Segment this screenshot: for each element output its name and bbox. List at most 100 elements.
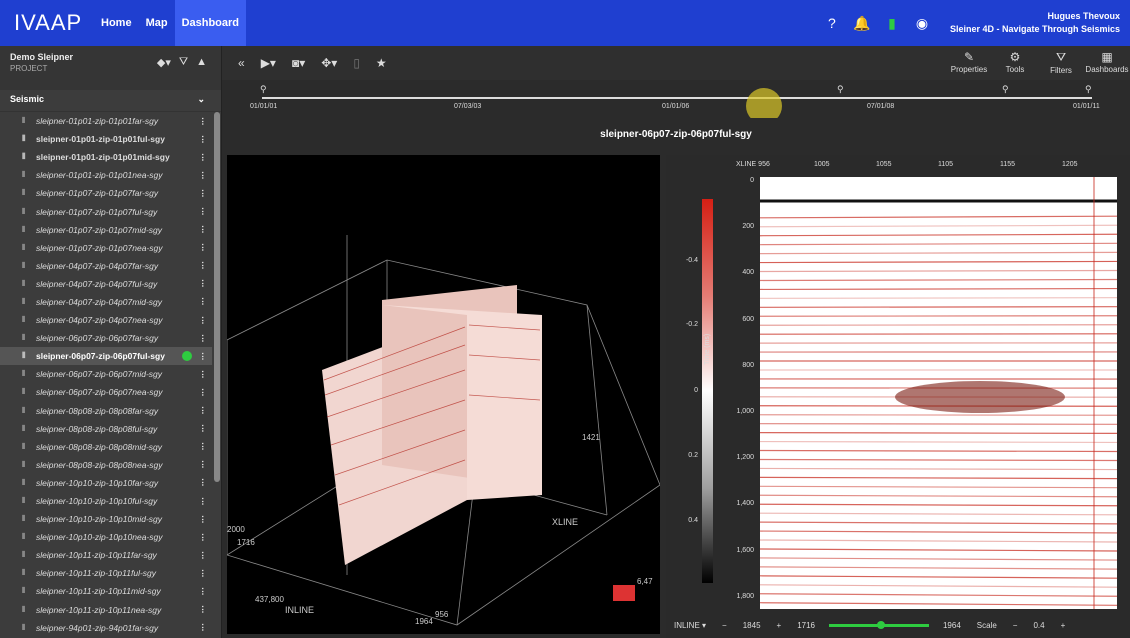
mode-select[interactable]: INLINE ▾ [674, 621, 706, 630]
list-item[interactable]: ⦀ sleipner-06p07-zip-06p07ful-sgy ⋮ [0, 347, 212, 366]
position-slider[interactable] [828, 620, 929, 629]
list-item[interactable]: ⦀ sleipner-01p07-zip-01p07ful-sgy ⋮ [0, 202, 212, 220]
scale-value[interactable]: 0.4 [1033, 621, 1044, 630]
more-options-icon[interactable]: ⋮ [199, 387, 208, 398]
more-options-icon[interactable]: ⋮ [199, 315, 208, 326]
user-icon[interactable]: ◉ [914, 15, 930, 31]
tools-button[interactable]: ⚙ Tools [992, 46, 1038, 80]
list-item[interactable]: ⦀ sleipner-08p08-zip-08p08mid-sgy ⋮ [0, 438, 212, 456]
position-value[interactable]: 1845 [743, 621, 761, 630]
more-options-icon[interactable]: ⋮ [199, 242, 208, 253]
more-options-icon[interactable]: ⋮ [199, 532, 208, 543]
more-options-icon[interactable]: ⋮ [199, 514, 208, 525]
scale-decrement-button[interactable]: − [1013, 621, 1018, 630]
more-options-icon[interactable]: ⋮ [199, 477, 208, 488]
list-item[interactable]: ⦀ sleipner-10p11-zip-10p11ful-sgy ⋮ [0, 564, 212, 582]
list-item[interactable]: ⦀ sleipner-04p07-zip-04p07ful-sgy ⋮ [0, 275, 212, 293]
move-icon[interactable]: ✥▾ [321, 56, 337, 70]
list-item[interactable]: ⦀ sleipner-08p08-zip-08p08far-sgy ⋮ [0, 402, 212, 420]
more-options-icon[interactable]: ⋮ [199, 134, 208, 145]
star-icon[interactable]: ★ [376, 56, 387, 70]
video-icon[interactable]: ▶▾ [261, 56, 276, 70]
camera-icon[interactable]: ◙▾ [292, 56, 305, 70]
layers-icon[interactable]: ◆▾ [157, 56, 171, 69]
list-item[interactable]: ⦀ sleipner-01p07-zip-01p07nea-sgy ⋮ [0, 239, 212, 257]
more-options-icon[interactable]: ⋮ [199, 441, 208, 452]
pin-icon[interactable]: ⚲ [260, 84, 267, 95]
list-item[interactable]: ⦀ sleipner-10p11-zip-10p11nea-sgy ⋮ [0, 601, 212, 619]
section-header-seismic[interactable]: Seismic ⌄ [0, 90, 221, 112]
collapse-left-icon[interactable]: « [238, 56, 245, 70]
decrement-button[interactable]: − [722, 621, 727, 630]
more-options-icon[interactable]: ⋮ [199, 405, 208, 416]
timeline[interactable]: ⚲ ⚲ ⚲ ⚲ 01/01/01 07/03/03 01/01/06 07/01… [222, 80, 1130, 124]
list-item[interactable]: ⦀ sleipner-01p07-zip-01p07mid-sgy ⋮ [0, 221, 212, 239]
3d-seismic-view[interactable]: 2000 1716 437,800 INLINE 1964 956 XLINE … [227, 155, 660, 634]
scale-increment-button[interactable]: + [1061, 621, 1066, 630]
more-options-icon[interactable]: ⋮ [199, 152, 208, 163]
more-options-icon[interactable]: ⋮ [199, 604, 208, 615]
help-icon[interactable]: ? [824, 15, 840, 31]
nav-home[interactable]: Home [94, 0, 139, 46]
trash-icon[interactable]: ▯ [353, 56, 360, 70]
properties-button[interactable]: ✎ Properties [946, 46, 992, 80]
list-item[interactable]: ⦀ sleipner-01p07-zip-01p07far-sgy ⋮ [0, 184, 212, 202]
more-options-icon[interactable]: ⋮ [199, 224, 208, 235]
nav-dashboard[interactable]: Dashboard [174, 0, 247, 46]
filter-icon[interactable]: ⛛ [179, 56, 188, 69]
seismic-icon: ⦀ [22, 423, 26, 433]
more-options-icon[interactable]: ⋮ [199, 188, 208, 199]
x-tick: 1005 [814, 161, 830, 168]
list-item[interactable]: ⦀ sleipner-01p01-zip-01p01nea-sgy ⋮ [0, 166, 212, 184]
chevron-down-icon[interactable]: ⌄ [197, 94, 205, 105]
pin-icon[interactable]: ⚲ [1002, 84, 1009, 95]
more-options-icon[interactable]: ⋮ [199, 459, 208, 470]
list-item[interactable]: ⦀ sleipner-10p10-zip-10p10ful-sgy ⋮ [0, 492, 212, 510]
filters-button[interactable]: ⛛ Filters [1038, 46, 1084, 80]
list-item[interactable]: ⦀ sleipner-06p07-zip-06p07nea-sgy ⋮ [0, 383, 212, 401]
list-item[interactable]: ⦀ sleipner-10p11-zip-10p11far-sgy ⋮ [0, 546, 212, 564]
2d-seismic-panel[interactable]: XLINE 956 1005 1055 1105 1155 1205 0 200 4… [666, 155, 1130, 638]
list-item[interactable]: ⦀ sleipner-01p01-zip-01p01ful-sgy ⋮ [0, 130, 212, 148]
list-item[interactable]: ⦀ sleipner-94p01-zip-94p01far-sgy ⋮ [0, 619, 212, 637]
list-item[interactable]: ⦀ sleipner-06p07-zip-06p07mid-sgy ⋮ [0, 365, 212, 383]
more-options-icon[interactable]: ⋮ [199, 496, 208, 507]
pin-icon[interactable]: ⚲ [1085, 84, 1092, 95]
more-options-icon[interactable]: ⋮ [199, 206, 208, 217]
list-item[interactable]: ⦀ sleipner-04p07-zip-04p07mid-sgy ⋮ [0, 293, 212, 311]
list-item[interactable]: ⦀ sleipner-04p07-zip-04p07far-sgy ⋮ [0, 257, 212, 275]
scrollbar[interactable] [214, 112, 220, 482]
list-item[interactable]: ⦀ sleipner-10p10-zip-10p10mid-sgy ⋮ [0, 510, 212, 528]
more-options-icon[interactable]: ⋮ [199, 568, 208, 579]
list-item[interactable]: ⦀ sleipner-10p10-zip-10p10far-sgy ⋮ [0, 474, 212, 492]
pin-icon[interactable]: ⚲ [837, 84, 844, 95]
list-item[interactable]: ⦀ sleipner-01p01-zip-01p01mid-sgy ⋮ [0, 148, 212, 166]
list-item[interactable]: ⦀ sleipner-10p10-zip-10p10nea-sgy ⋮ [0, 528, 212, 546]
list-item[interactable]: ⦀ sleipner-06p07-zip-06p07far-sgy ⋮ [0, 329, 212, 347]
nav-map[interactable]: Map [139, 0, 175, 46]
more-options-icon[interactable]: ⋮ [199, 351, 208, 362]
seismic-section-image[interactable] [760, 177, 1117, 609]
increment-button[interactable]: + [777, 621, 782, 630]
more-options-icon[interactable]: ⋮ [199, 369, 208, 380]
more-options-icon[interactable]: ⋮ [199, 278, 208, 289]
more-options-icon[interactable]: ⋮ [199, 622, 208, 633]
more-options-icon[interactable]: ⋮ [199, 423, 208, 434]
bell-icon[interactable]: 🔔 [853, 15, 870, 31]
dashboards-button[interactable]: ▦ Dashboards [1084, 46, 1130, 80]
more-options-icon[interactable]: ⋮ [199, 170, 208, 181]
list-item[interactable]: ⦀ sleipner-08p08-zip-08p08ful-sgy ⋮ [0, 420, 212, 438]
slider-knob[interactable] [876, 620, 885, 629]
more-options-icon[interactable]: ⋮ [199, 333, 208, 344]
list-item[interactable]: ⦀ sleipner-10p11-zip-10p11mid-sgy ⋮ [0, 582, 212, 600]
list-item[interactable]: ⦀ sleipner-08p08-zip-08p08nea-sgy ⋮ [0, 456, 212, 474]
timeline-label: 07/01/08 [867, 103, 895, 110]
collapse-up-icon[interactable]: ▲ [196, 56, 207, 69]
more-options-icon[interactable]: ⋮ [199, 296, 208, 307]
more-options-icon[interactable]: ⋮ [199, 116, 208, 127]
list-item[interactable]: ⦀ sleipner-01p01-zip-01p01far-sgy ⋮ [0, 112, 212, 130]
list-item[interactable]: ⦀ sleipner-04p07-zip-04p07nea-sgy ⋮ [0, 311, 212, 329]
more-options-icon[interactable]: ⋮ [199, 260, 208, 271]
more-options-icon[interactable]: ⋮ [199, 550, 208, 561]
more-options-icon[interactable]: ⋮ [199, 586, 208, 597]
